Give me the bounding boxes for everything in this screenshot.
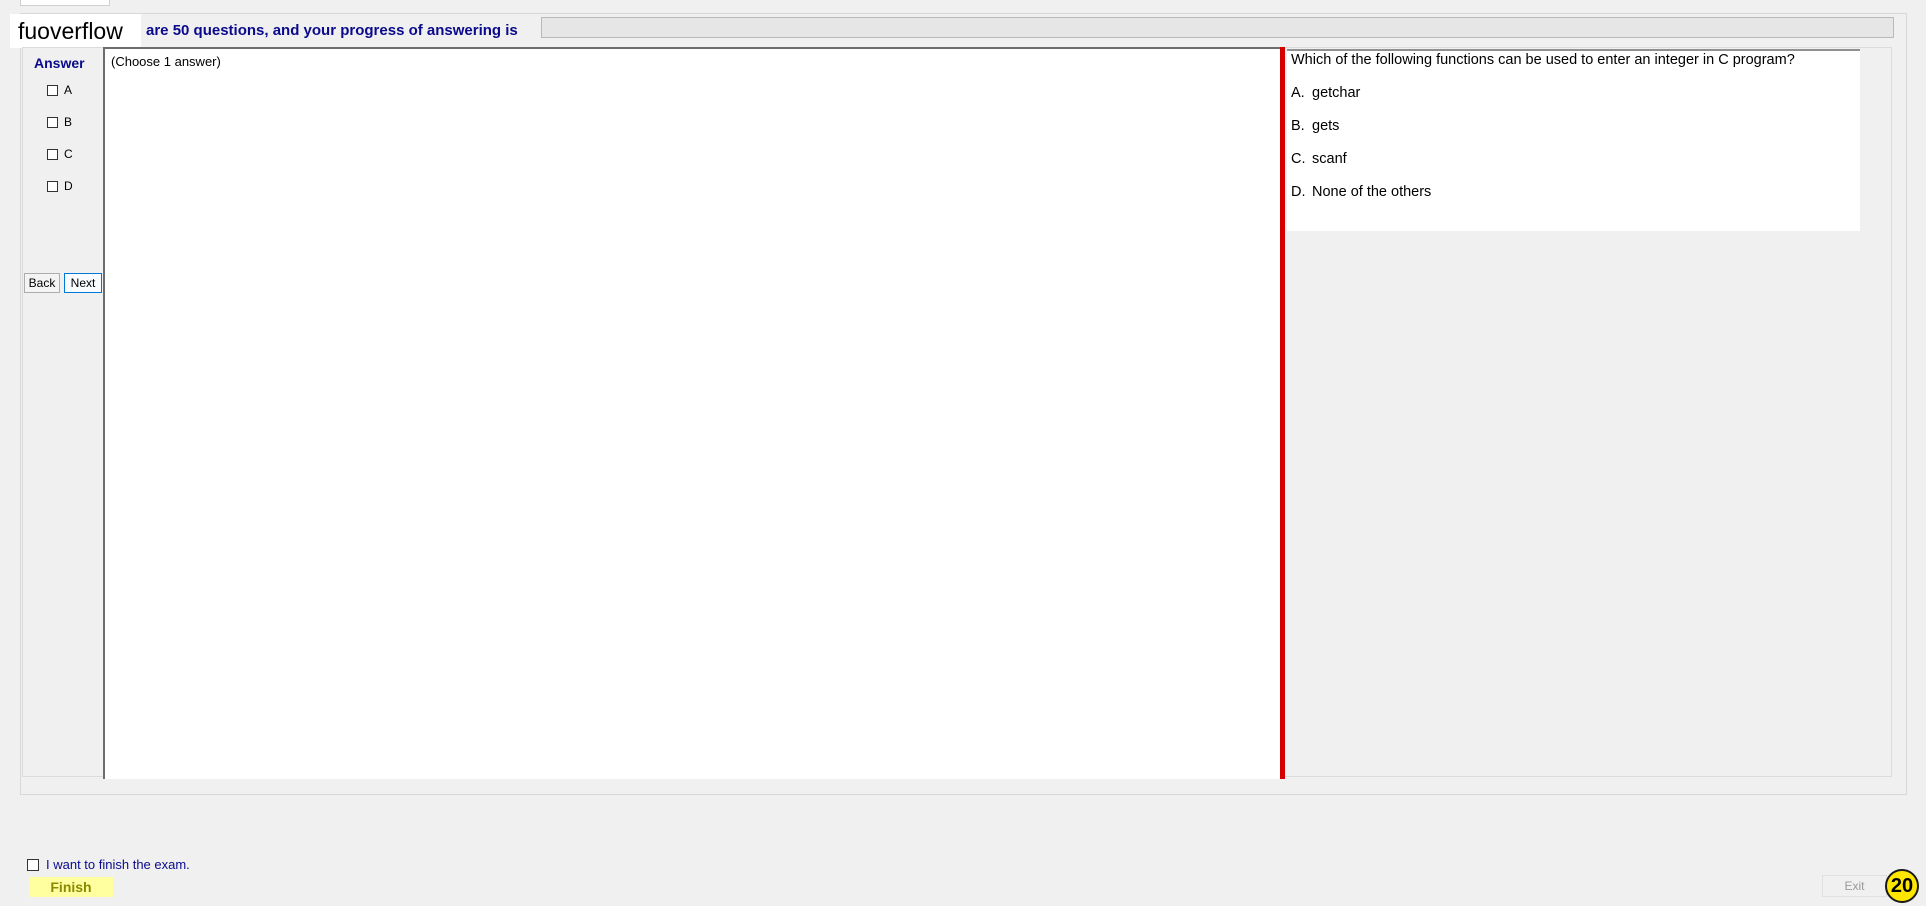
checkbox[interactable] [47,148,58,160]
answer-option-label: D [64,179,73,193]
checkbox[interactable] [47,116,58,128]
checkbox[interactable] [27,858,39,871]
answer-option-label: C [64,147,73,161]
answer-option-d[interactable]: D [47,177,73,195]
option-letter: A. [1291,85,1305,101]
checkbox[interactable] [47,180,58,192]
answer-option-c[interactable]: C [47,145,73,163]
option-text: getchar [1312,85,1361,101]
answer-option-label: B [64,115,73,129]
option-text: scanf [1312,151,1347,167]
option-letter: B. [1291,118,1305,134]
question-option-d: D. None of the others [1291,184,1431,200]
back-button[interactable]: Back [24,273,60,293]
next-button[interactable]: Next [64,273,102,293]
exit-button[interactable]: Exit [1822,875,1887,897]
answer-title: Answer [34,55,85,71]
option-text: None of the others [1312,184,1432,200]
option-text: gets [1312,118,1340,134]
checkbox[interactable] [47,84,58,96]
finish-exam-label: I want to finish the exam. [46,857,190,872]
question-panel [1287,49,1860,231]
question-option-c: C. scanf [1291,151,1347,167]
progress-label: are 50 questions, and your progress of a… [146,22,518,39]
finish-button[interactable]: Finish [29,877,113,897]
progress-bar [541,17,1894,38]
answer-option-b[interactable]: B [47,113,72,131]
finish-exam-checkbox[interactable]: I want to finish the exam. [27,857,190,872]
answer-option-a[interactable]: A [47,81,72,99]
choose-instruction: (Choose 1 answer) [111,54,221,69]
brand-label: fuoverflow [10,14,141,48]
option-letter: C. [1291,151,1306,167]
panel-splitter[interactable] [1280,47,1285,779]
question-number-badge: 20 [1885,869,1919,903]
tab-stub[interactable] [20,0,110,6]
question-option-b: B. gets [1291,118,1339,134]
question-option-a: A. getchar [1291,85,1360,101]
option-letter: D. [1291,184,1306,200]
answer-content-panel [103,47,1280,779]
question-text: Which of the following functions can be … [1291,52,1795,68]
answer-option-label: A [64,83,73,97]
